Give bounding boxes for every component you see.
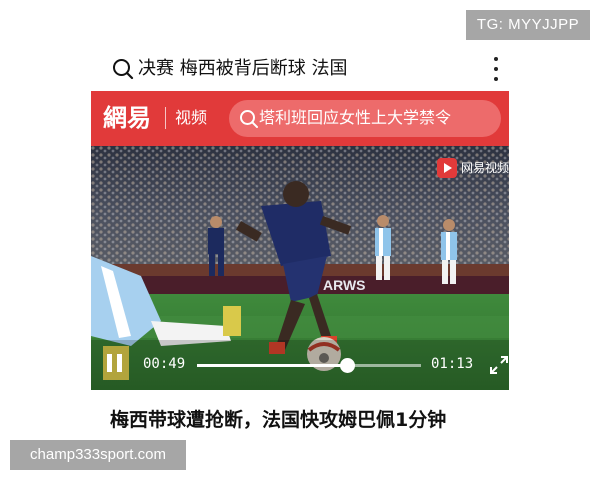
pause-icon[interactable] (105, 352, 125, 374)
search-bar[interactable]: 决赛 梅西被背后断球 法国 (108, 54, 508, 84)
football-match-scene: ARWS (91, 146, 509, 390)
bar-divider (165, 107, 166, 129)
progress-handle[interactable] (340, 358, 356, 373)
app-search-text[interactable]: 塔利班回应女性上大学禁令 (259, 106, 451, 130)
more-vertical-icon[interactable] (488, 54, 504, 84)
netease-app-bar: 網易 视频 塔利班回应女性上大学禁令 (91, 91, 509, 146)
video-player[interactable]: 網易 视频 塔利班回应女性上大学禁令 ARWS 网易视频 00:49 01:13 (91, 91, 509, 390)
site-watermark: champ333sport.com (10, 440, 186, 470)
svg-text:ARWS: ARWS (323, 277, 366, 293)
progress-fill (197, 364, 348, 367)
progress-bar[interactable] (197, 358, 421, 373)
watermark-text: 网易视频 (461, 161, 509, 175)
netease-video-icon (437, 158, 457, 178)
total-time: 01:13 (431, 356, 474, 372)
netease-logo[interactable]: 網易 (103, 101, 151, 135)
search-query[interactable]: 决赛 梅西被背后断球 法国 (138, 56, 347, 82)
search-icon (240, 110, 258, 128)
telegram-badge: TG: MYYJJPP (466, 10, 590, 40)
current-time: 00:49 (143, 356, 186, 372)
search-icon (113, 59, 134, 80)
fullscreen-icon[interactable] (488, 354, 509, 376)
video-frame[interactable]: ARWS 网易视频 00:49 01:13 (91, 146, 509, 390)
video-channel-label[interactable]: 视频 (175, 105, 207, 131)
video-headline[interactable]: 梅西带球遭抢断，法国快攻姆巴佩1分钟 (110, 405, 446, 435)
app-search-field[interactable]: 塔利班回应女性上大学禁令 (229, 100, 501, 137)
